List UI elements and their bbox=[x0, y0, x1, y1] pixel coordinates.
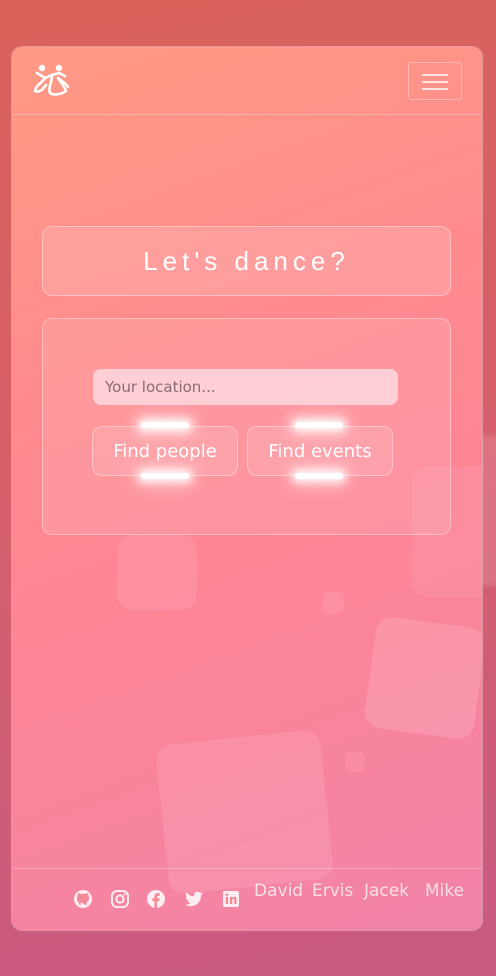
find-events-label: Find events bbox=[268, 440, 372, 462]
hamburger-menu-button[interactable] bbox=[408, 62, 462, 100]
location-input[interactable] bbox=[93, 369, 398, 405]
glow-accent bbox=[295, 473, 343, 479]
background-decoration bbox=[362, 614, 482, 742]
background-decoration bbox=[345, 752, 365, 772]
glow-accent bbox=[141, 422, 189, 428]
glow-accent bbox=[295, 422, 343, 428]
glow-accent bbox=[141, 473, 189, 479]
hamburger-menu-icon bbox=[422, 88, 448, 90]
page-title: Let's dance? bbox=[143, 245, 350, 276]
github-icon[interactable] bbox=[73, 889, 93, 909]
find-events-button[interactable]: Find events bbox=[247, 426, 393, 476]
author-link-jacek[interactable]: Jacek bbox=[364, 881, 409, 901]
app-card: Let's dance? Find people Find events bbox=[12, 47, 482, 930]
twitter-icon[interactable] bbox=[184, 889, 204, 909]
search-panel: Find people Find events bbox=[42, 318, 451, 535]
linkedin-icon[interactable] bbox=[221, 889, 241, 909]
find-people-label: Find people bbox=[113, 440, 217, 462]
hamburger-menu-icon bbox=[422, 74, 448, 76]
instagram-icon[interactable] bbox=[110, 889, 130, 909]
hamburger-menu-icon bbox=[422, 81, 448, 83]
author-link-mike[interactable]: Mike bbox=[425, 881, 464, 901]
facebook-icon[interactable] bbox=[146, 889, 166, 909]
dancers-logo-icon[interactable] bbox=[32, 63, 72, 99]
author-link-ervis[interactable]: Ervis bbox=[312, 881, 353, 901]
find-people-button[interactable]: Find people bbox=[92, 426, 238, 476]
footer: David Ervis Jacek Mike bbox=[12, 868, 482, 930]
hero-title-box: Let's dance? bbox=[42, 226, 451, 296]
background-decoration bbox=[322, 592, 344, 614]
navbar bbox=[12, 47, 482, 115]
author-link-david[interactable]: David bbox=[254, 881, 303, 901]
background-decoration bbox=[117, 535, 197, 610]
